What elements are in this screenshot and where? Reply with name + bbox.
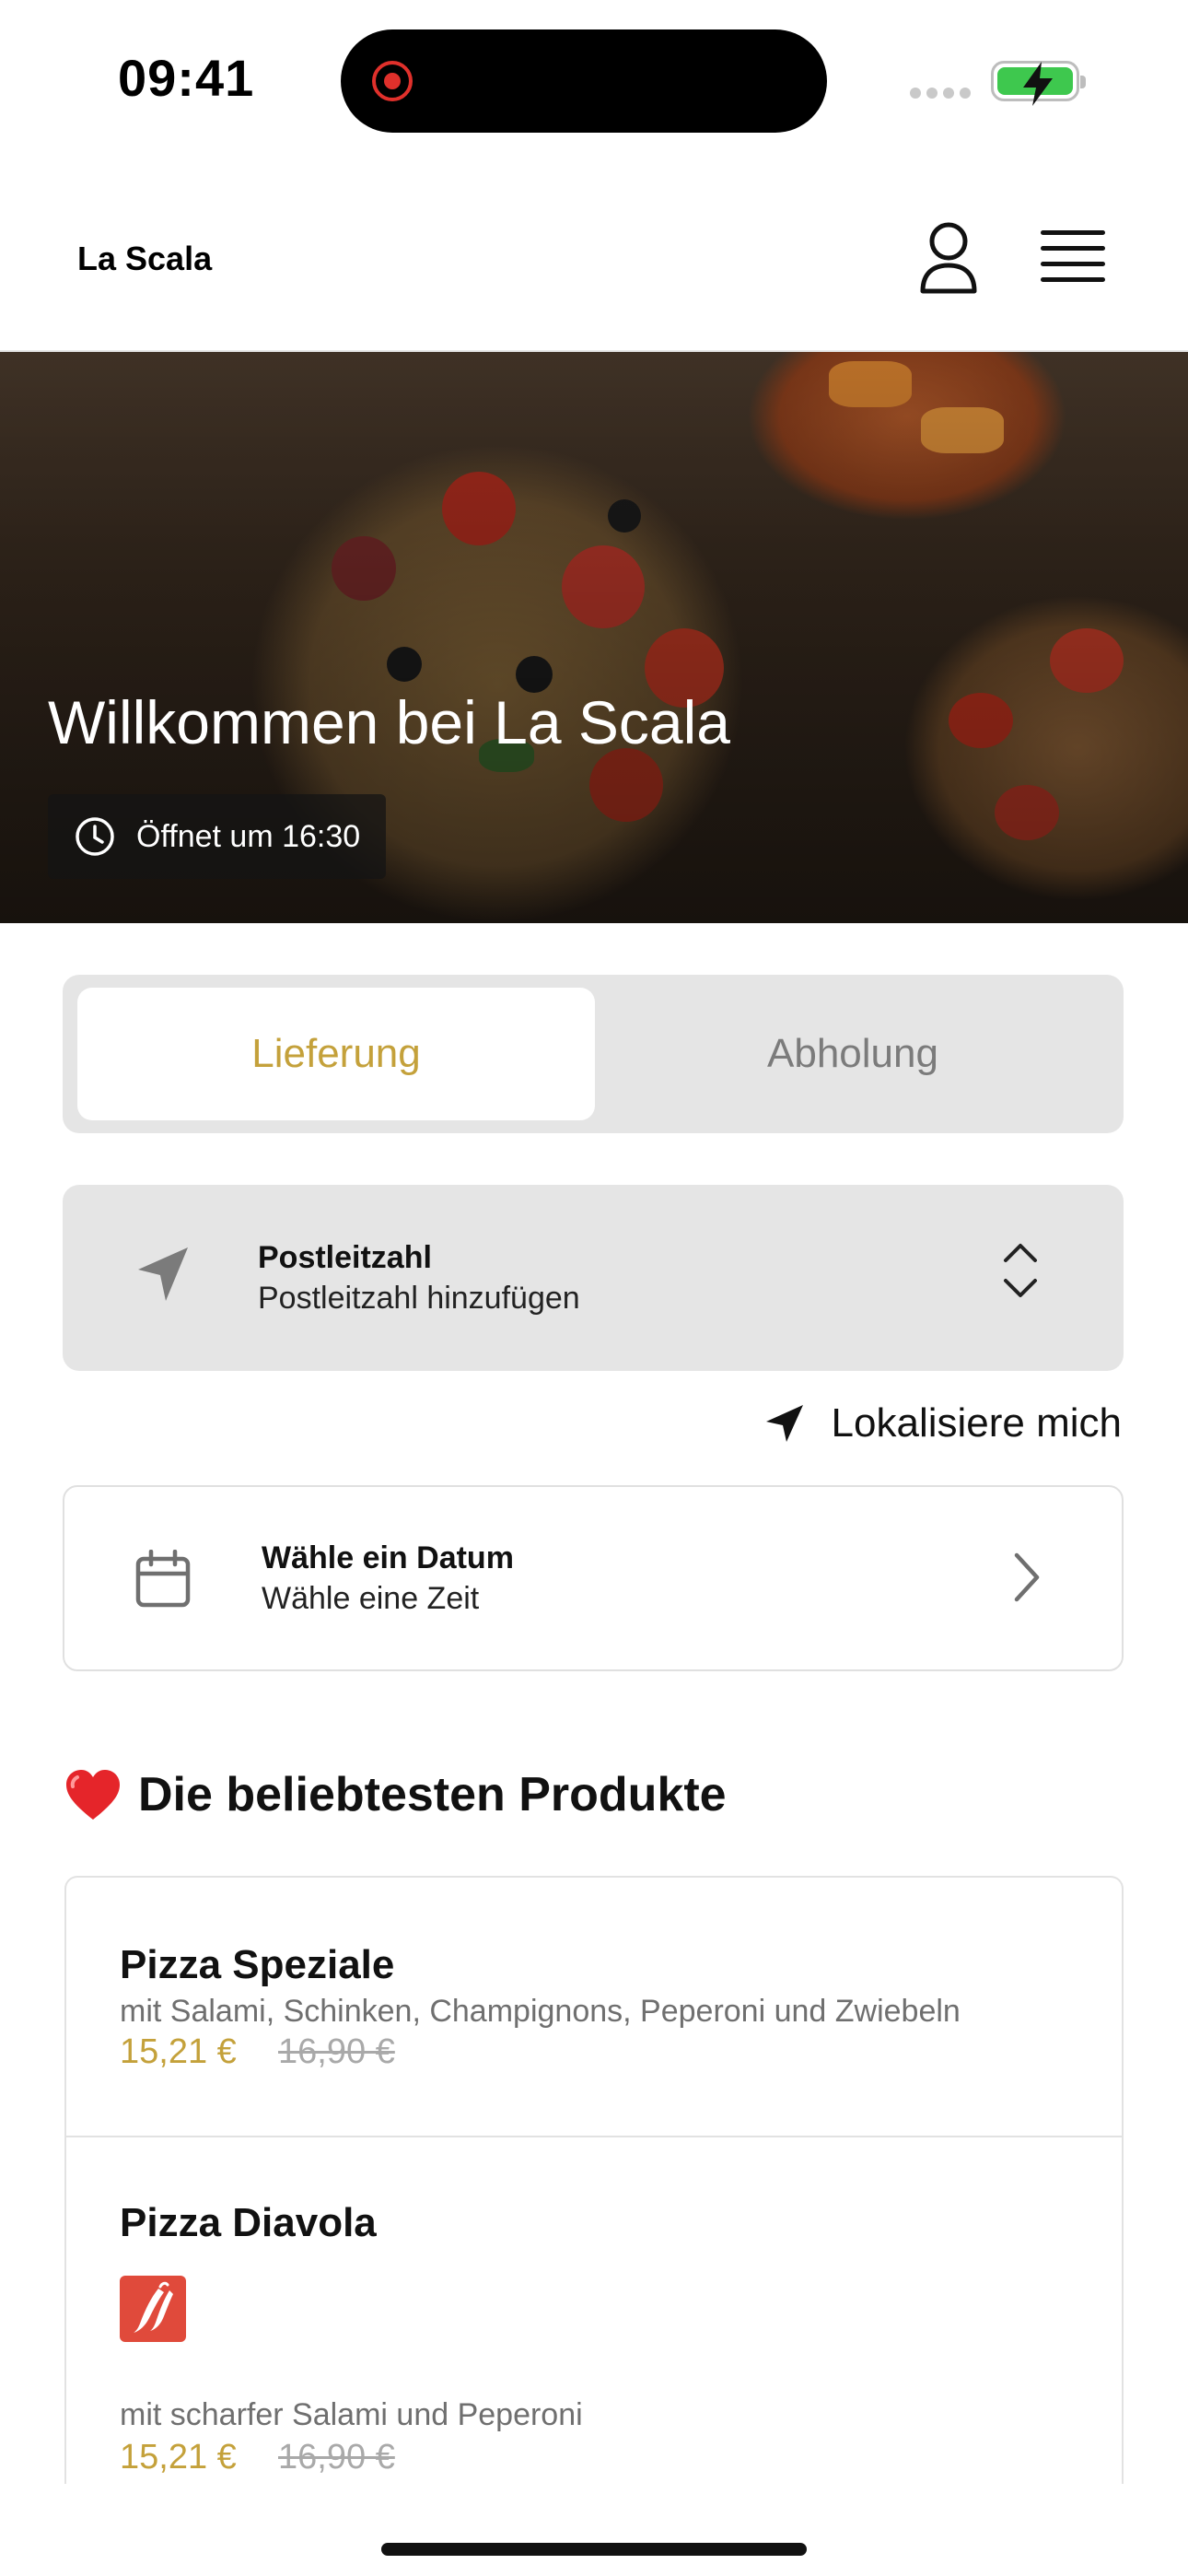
chili-icon	[134, 2281, 173, 2333]
hamburger-icon	[1041, 230, 1105, 282]
date-time-selector[interactable]: Wähle ein Datum Wähle eine Zeit	[63, 1485, 1124, 1671]
location-arrow-icon	[765, 1405, 803, 1442]
product-old-price: 16,90 €	[278, 2032, 395, 2071]
product-price: 15,21 €	[120, 2438, 237, 2476]
date-label: Wähle ein Datum	[262, 1540, 514, 1575]
location-arrow-icon	[138, 1247, 188, 1301]
locate-me-label: Lokalisiere mich	[831, 1400, 1122, 1446]
menu-button[interactable]	[1041, 230, 1105, 286]
product-card-pizza-speziale[interactable]: Pizza Speziale mit Salami, Schinken, Cha…	[66, 1878, 1122, 2136]
hero-banner: Willkommen bei La Scala Öffnet um 16:30	[0, 352, 1188, 923]
heart-icon	[66, 1770, 120, 1820]
home-indicator[interactable]	[381, 2543, 807, 2556]
user-icon	[920, 222, 977, 294]
order-type-toggle: Lieferung Abholung	[63, 975, 1124, 1133]
account-button[interactable]	[917, 221, 980, 295]
product-price: 15,21 €	[120, 2032, 237, 2071]
popular-products-title: Die beliebtesten Produkte	[138, 1768, 727, 1821]
brand-name[interactable]: La Scala	[77, 240, 212, 278]
hero-title: Willkommen bei La Scala	[48, 688, 730, 756]
battery-icon	[991, 61, 1086, 106]
time-value: Wähle eine Zeit	[262, 1581, 480, 1616]
recording-indicator-icon	[372, 61, 413, 101]
calendar-icon	[135, 1550, 191, 1608]
product-description: mit Salami, Schinken, Champignons, Peper…	[120, 1994, 961, 2029]
product-card-pizza-diavola[interactable]: Pizza Diavola mit scharfer Salami und Pe…	[66, 2137, 1122, 2484]
spicy-badge	[120, 2276, 186, 2342]
product-list: Pizza Speziale mit Salami, Schinken, Cha…	[64, 1876, 1124, 2484]
screen: 09:41 La Scala Willkommen bei La Scala Ö…	[0, 0, 1188, 2576]
locate-me-button[interactable]: Lokalisiere mich	[763, 1400, 1122, 1446]
postal-code-label: Postleitzahl	[258, 1240, 432, 1275]
clock-icon	[76, 817, 114, 856]
opening-hours-badge: Öffnet um 16:30	[48, 794, 387, 879]
postal-code-value: Postleitzahl hinzufügen	[258, 1281, 580, 1316]
postal-code-selector[interactable]: Postleitzahl Postleitzahl hinzufügen	[63, 1185, 1124, 1371]
tab-delivery[interactable]: Lieferung	[77, 988, 595, 1120]
tab-pickup[interactable]: Abholung	[595, 988, 1111, 1120]
status-bar: 09:41	[0, 0, 1188, 157]
popular-products-heading: Die beliebtesten Produkte	[64, 1767, 727, 1822]
opening-hours-text: Öffnet um 16:30	[136, 818, 361, 854]
status-time: 09:41	[118, 49, 255, 107]
product-name: Pizza Speziale	[120, 1942, 395, 1987]
dynamic-island	[341, 29, 827, 133]
product-name: Pizza Diavola	[120, 2200, 377, 2245]
app-header: La Scala	[0, 175, 1188, 352]
signal-icon	[910, 87, 976, 103]
product-old-price: 16,90 €	[278, 2438, 395, 2476]
product-description: mit scharfer Salami und Peperoni	[120, 2397, 583, 2432]
chevron-right-icon	[1014, 1552, 1040, 1602]
chevron-up-down-icon	[1004, 1244, 1037, 1297]
